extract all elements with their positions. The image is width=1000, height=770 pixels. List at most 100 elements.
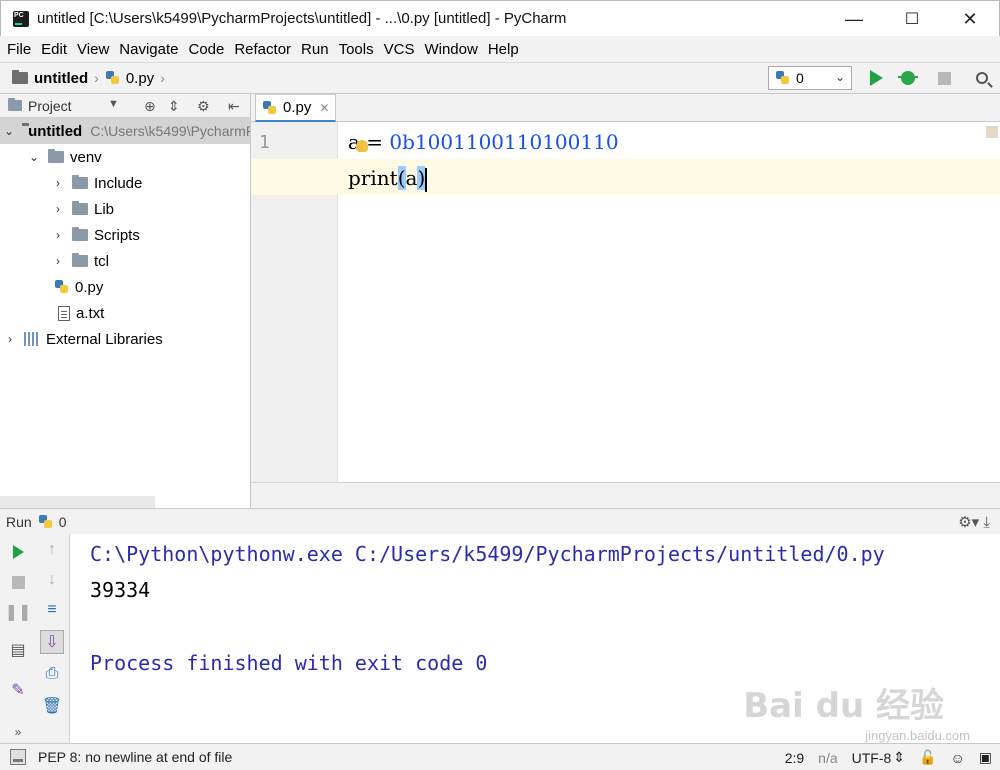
folder-icon bbox=[72, 253, 88, 267]
notifications-icon[interactable]: ▣ bbox=[979, 749, 992, 766]
menu-run[interactable]: Run bbox=[300, 41, 330, 58]
run-panel-config[interactable]: 0 bbox=[59, 514, 67, 530]
down-arrow-button[interactable]: ↓ bbox=[40, 568, 64, 592]
editor-tabs: 0.py ✕ bbox=[251, 94, 1000, 122]
code-function: print bbox=[348, 166, 398, 190]
menu-refactor[interactable]: Refactor bbox=[233, 41, 292, 58]
menu-edit[interactable]: Edit bbox=[40, 41, 68, 58]
tree-item-atxt[interactable]: a.txt bbox=[0, 300, 250, 326]
scroll-from-source-icon[interactable]: ⊕ bbox=[144, 98, 156, 115]
tree-item-label: Lib bbox=[94, 200, 115, 218]
gear-icon[interactable]: ⚙ bbox=[197, 98, 210, 115]
menu-view[interactable]: View bbox=[76, 41, 110, 58]
tree-item-external-libraries[interactable]: › External Libraries bbox=[0, 326, 250, 352]
code-argument: a bbox=[405, 166, 418, 190]
close-button[interactable]: ✕ bbox=[941, 1, 999, 37]
tab-label: 0.py bbox=[283, 99, 312, 116]
inspection-marker[interactable] bbox=[986, 126, 998, 138]
soft-wrap-button[interactable]: ≡ bbox=[40, 598, 64, 622]
python-file-icon bbox=[262, 100, 278, 116]
python-file-icon bbox=[775, 70, 791, 86]
window-controls: — ☐ ✕ bbox=[825, 1, 999, 37]
search-button[interactable] bbox=[972, 68, 992, 88]
tree-item-scripts[interactable]: › Scripts bbox=[0, 222, 250, 248]
horizontal-scrollbar[interactable] bbox=[0, 496, 155, 508]
tree-item-label: a.txt bbox=[76, 304, 105, 322]
code-paren-close: ) bbox=[417, 166, 426, 190]
collapse-all-icon[interactable]: ⇕ bbox=[168, 98, 180, 115]
status-message: PEP 8: no newline at end of file bbox=[38, 749, 233, 765]
code-editor[interactable]: a = 0b1001100110100110 print(a) bbox=[251, 122, 1000, 482]
line-separator[interactable]: n/a bbox=[818, 750, 837, 766]
maximize-button[interactable]: ☐ bbox=[883, 1, 941, 37]
lightbulb-icon[interactable] bbox=[356, 140, 368, 152]
navigation-bar: untitled › 0.py › 0 ⌄ bbox=[0, 62, 1000, 94]
chevron-down-icon: ⌄ bbox=[834, 70, 845, 84]
tab-0py[interactable]: 0.py ✕ bbox=[255, 94, 337, 122]
scroll-to-end-button[interactable]: ⇩ bbox=[40, 630, 64, 654]
stop-icon bbox=[11, 575, 25, 589]
tree-item-label: External Libraries bbox=[46, 330, 163, 348]
console-command-line: C:\Python\pythonw.exe C:/Users/k5499/Pyc… bbox=[90, 542, 885, 566]
tool-windows-icon[interactable] bbox=[10, 749, 26, 765]
up-arrow-button[interactable]: ↑ bbox=[40, 538, 64, 562]
stop-button[interactable] bbox=[6, 570, 30, 594]
tree-item-tcl[interactable]: › tcl bbox=[0, 248, 250, 274]
chevron-right-icon: › bbox=[56, 254, 60, 268]
lock-icon[interactable]: 🔓 bbox=[919, 749, 936, 766]
project-view-select[interactable]: Project bbox=[28, 98, 72, 114]
tree-item-include[interactable]: › Include bbox=[0, 170, 250, 196]
breadcrumb-project[interactable]: untitled bbox=[34, 70, 88, 87]
inspector-icon[interactable]: ☺ bbox=[950, 750, 964, 766]
menu-tools[interactable]: Tools bbox=[338, 41, 375, 58]
debug-button[interactable] bbox=[898, 68, 918, 88]
menu-help[interactable]: Help bbox=[487, 41, 520, 58]
text-file-icon bbox=[58, 305, 70, 321]
tree-item-0py[interactable]: 0.py bbox=[0, 274, 250, 300]
run-console[interactable]: C:\Python\pythonw.exe C:/Users/k5499/Pyc… bbox=[70, 534, 1000, 743]
menu-vcs[interactable]: VCS bbox=[383, 41, 416, 58]
gear-icon[interactable]: ⚙▾ ⤓ bbox=[958, 513, 990, 531]
breadcrumb-file[interactable]: 0.py bbox=[126, 70, 154, 87]
chevron-down-icon[interactable]: ▼ bbox=[108, 98, 119, 110]
text-cursor bbox=[425, 167, 428, 192]
run-panel-header: Run 0 ⚙▾ ⤓ bbox=[0, 508, 1000, 534]
code-line-2: print(a) bbox=[348, 166, 428, 192]
tree-item-label: tcl bbox=[94, 252, 109, 270]
editor-bottom-bar bbox=[251, 482, 1000, 508]
menu-file[interactable]: File bbox=[6, 41, 32, 58]
run-configuration-select[interactable]: 0 ⌄ bbox=[768, 66, 852, 90]
pin-button[interactable]: ✎ bbox=[6, 678, 30, 702]
close-icon[interactable]: ✕ bbox=[319, 101, 329, 115]
soft-wrap-icon: ≡ bbox=[47, 601, 57, 618]
menu-window[interactable]: Window bbox=[423, 41, 478, 58]
tree-item-lib[interactable]: › Lib bbox=[0, 196, 250, 222]
chevron-right-icon: › bbox=[56, 176, 60, 190]
scroll-end-icon: ⇩ bbox=[45, 634, 59, 651]
clear-all-button[interactable]: 🗑 bbox=[40, 694, 64, 718]
pause-button[interactable]: ❚❚ bbox=[5, 600, 32, 624]
chevron-down-icon: ⌄ bbox=[4, 124, 15, 138]
print-button[interactable]: ⎙ bbox=[40, 662, 64, 686]
tree-item-venv[interactable]: ⌄ venv bbox=[0, 144, 250, 170]
more-button[interactable]: » bbox=[6, 720, 30, 744]
project-panel: Project ▼ ⊕ ⇕ ⚙ ⇤ ⌄ untitled C:\Users\k5… bbox=[0, 94, 251, 508]
rerun-button[interactable] bbox=[6, 540, 30, 564]
console-exit-line: Process finished with exit code 0 bbox=[90, 651, 488, 675]
python-file-icon bbox=[105, 70, 121, 86]
stop-button[interactable] bbox=[934, 68, 954, 88]
minimize-button[interactable]: — bbox=[825, 1, 883, 37]
hide-panel-icon[interactable]: ⇤ bbox=[228, 98, 240, 115]
console-output-line: 39334 bbox=[90, 578, 151, 602]
menu-code[interactable]: Code bbox=[187, 41, 225, 58]
chevron-right-icon: › bbox=[8, 332, 12, 346]
printer-icon: ⎙ bbox=[45, 665, 59, 682]
caret-position[interactable]: 2:9 bbox=[785, 750, 804, 766]
watermark-brand: Bai du 经验 bbox=[743, 686, 944, 726]
run-toolbar: ❚❚ ▤ ✎ » ↑ ↓ ≡ ⇩ ⎙ 🗑 bbox=[0, 534, 70, 743]
menu-navigate[interactable]: Navigate bbox=[118, 41, 179, 58]
file-encoding[interactable]: UTF-8 bbox=[852, 750, 892, 766]
run-button[interactable] bbox=[866, 68, 886, 88]
tree-root[interactable]: ⌄ untitled C:\Users\k5499\PycharmProject… bbox=[0, 118, 250, 144]
restore-layout-button[interactable]: ▤ bbox=[6, 638, 30, 662]
